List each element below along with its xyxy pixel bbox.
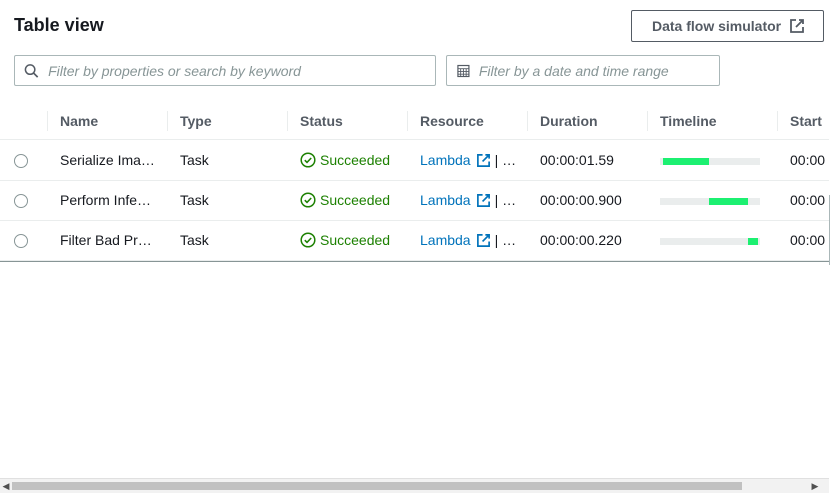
data-flow-simulator-button[interactable]: Data flow simulator	[631, 10, 824, 42]
step-duration: 00:00:01.59	[540, 152, 614, 168]
column-header-name[interactable]: Name	[60, 113, 98, 129]
status-badge: Succeeded	[300, 232, 390, 248]
check-circle-icon	[300, 152, 316, 168]
search-icon	[24, 63, 39, 78]
row-select-radio[interactable]	[14, 234, 28, 248]
search-input[interactable]	[48, 62, 435, 79]
timeline-bar	[709, 198, 748, 205]
search-field[interactable]	[14, 55, 436, 86]
column-separator	[527, 111, 528, 131]
column-header-status[interactable]: Status	[300, 113, 343, 129]
step-name: Filter Bad Pr…	[60, 232, 152, 248]
step-name: Perform Infe…	[60, 192, 152, 208]
column-header-type[interactable]: Type	[180, 113, 212, 129]
step-type: Task	[180, 232, 209, 248]
status-text: Succeeded	[320, 152, 391, 168]
timeline-bar	[748, 238, 758, 245]
status-text: Succeeded	[320, 232, 391, 248]
scroll-right-arrow-icon[interactable]: ▶	[809, 479, 821, 493]
vertical-scrollbar[interactable]	[829, 195, 833, 265]
row-select-radio[interactable]	[14, 194, 28, 208]
external-link-icon[interactable]	[476, 153, 491, 168]
resource-detail: | …	[494, 152, 517, 168]
column-separator	[287, 111, 288, 131]
resource-link[interactable]: Lambda	[420, 192, 471, 208]
resource-cell: Lambda | …	[420, 152, 516, 168]
step-start: 00:00	[790, 192, 826, 208]
column-header-resource[interactable]: Resource	[420, 113, 484, 129]
step-start: 00:00	[790, 152, 826, 168]
resource-detail: | …	[494, 232, 517, 248]
date-range-input[interactable]	[478, 62, 719, 79]
resource-link[interactable]: Lambda	[420, 152, 471, 168]
timeline-track	[660, 158, 760, 165]
table-view-panel: Table view Data flow simulator Name Type…	[0, 0, 833, 499]
column-separator	[47, 111, 48, 131]
table-header: Name Type Status Resource Duration Timel…	[0, 102, 829, 140]
check-circle-icon	[300, 192, 316, 208]
timeline-bar	[663, 158, 709, 165]
horizontal-scrollbar[interactable]: ◀ ▶	[0, 478, 829, 493]
column-header-duration[interactable]: Duration	[540, 113, 598, 129]
column-separator	[407, 111, 408, 131]
table-row[interactable]: Perform Infe… Task Succeeded Lambda | … …	[0, 181, 829, 221]
scroll-left-arrow-icon[interactable]: ◀	[0, 479, 12, 493]
steps-table: Name Type Status Resource Duration Timel…	[0, 102, 829, 262]
data-flow-simulator-label: Data flow simulator	[652, 18, 782, 34]
column-separator	[647, 111, 648, 131]
table-row[interactable]: Filter Bad Pr… Task Succeeded Lambda | ……	[0, 221, 829, 261]
timeline-track	[660, 238, 760, 245]
external-link-icon[interactable]	[476, 193, 491, 208]
column-header-timeline[interactable]: Timeline	[660, 113, 717, 129]
timeline-track	[660, 198, 760, 205]
row-select-radio[interactable]	[14, 154, 28, 168]
resource-link[interactable]: Lambda	[420, 232, 471, 248]
step-duration: 00:00:00.220	[540, 232, 622, 248]
step-start: 00:00	[790, 232, 826, 248]
page-title: Table view	[14, 15, 104, 35]
table-row[interactable]: Serialize Ima… Task Succeeded Lambda | ……	[0, 141, 829, 181]
step-type: Task	[180, 192, 209, 208]
column-separator	[777, 111, 778, 131]
resource-detail: | …	[494, 192, 517, 208]
resource-cell: Lambda | …	[420, 192, 516, 208]
calendar-icon	[457, 64, 470, 77]
date-range-filter[interactable]	[446, 55, 720, 86]
status-badge: Succeeded	[300, 152, 390, 168]
external-link-icon[interactable]	[476, 233, 491, 248]
column-separator	[167, 111, 168, 131]
step-duration: 00:00:00.900	[540, 192, 622, 208]
external-link-icon	[790, 19, 805, 33]
step-type: Task	[180, 152, 209, 168]
step-name: Serialize Ima…	[60, 152, 155, 168]
resource-cell: Lambda | …	[420, 232, 516, 248]
check-circle-icon	[300, 232, 316, 248]
scrollbar-thumb[interactable]	[12, 482, 742, 490]
column-header-start[interactable]: Start	[790, 113, 822, 129]
status-badge: Succeeded	[300, 192, 390, 208]
status-text: Succeeded	[320, 192, 391, 208]
